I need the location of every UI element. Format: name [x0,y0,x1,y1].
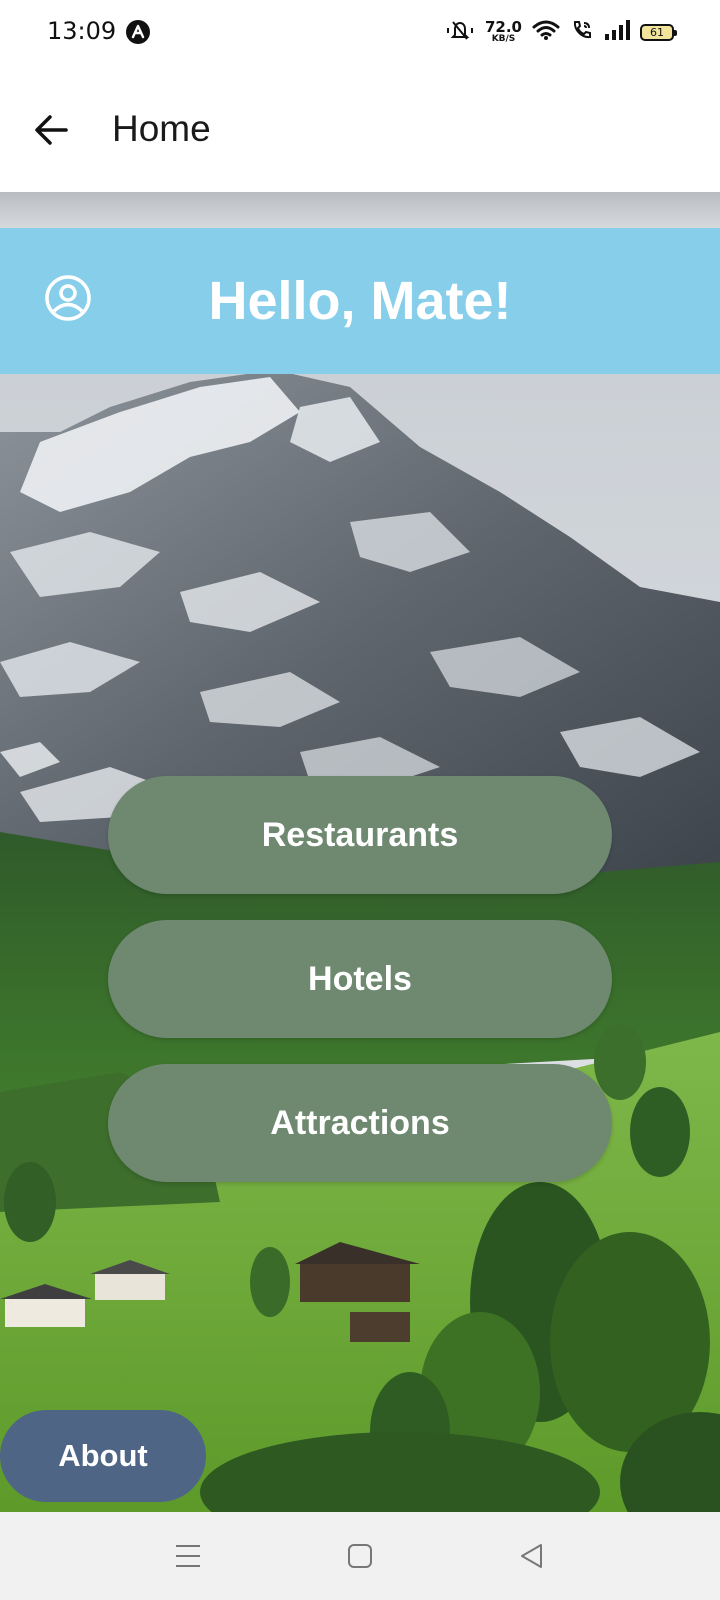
top-strip [0,192,720,228]
mute-icon [445,18,475,47]
battery-level: 61 [650,25,664,39]
wifi-icon [532,19,560,46]
main-content: Hello, Mate! Restaurants Hotels Attracti… [0,192,720,1512]
hotels-button[interactable]: Hotels [108,920,612,1038]
net-speed: 72.0 KB/S [485,20,522,44]
restaurants-button[interactable]: Restaurants [108,776,612,894]
wifi-calling-icon [570,18,594,47]
system-nav-bar [0,1512,720,1600]
signal-icon [604,19,630,46]
page-title: Home [112,108,211,149]
greeting-title: Hello, Mate! [208,271,512,331]
net-speed-unit: KB/S [491,34,516,44]
net-speed-value: 72.0 [484,18,522,36]
status-time: 13:09 [47,17,117,45]
menu-icon[interactable] [172,1540,204,1572]
status-bar: 13:09 72.0 KB/S 61 [0,0,720,64]
back-triangle-icon[interactable] [516,1540,548,1572]
status-icons: 72.0 KB/S 61 [445,16,677,48]
arrow-back-icon[interactable] [30,108,74,152]
home-square-icon[interactable] [344,1540,376,1572]
app-notification-icon [126,20,150,44]
about-button[interactable]: About [0,1410,206,1502]
attractions-button[interactable]: Attractions [108,1064,612,1182]
header-banner: Hello, Mate! [0,228,720,374]
battery-icon: 61 [640,23,677,41]
app-bar: Home [0,64,720,192]
